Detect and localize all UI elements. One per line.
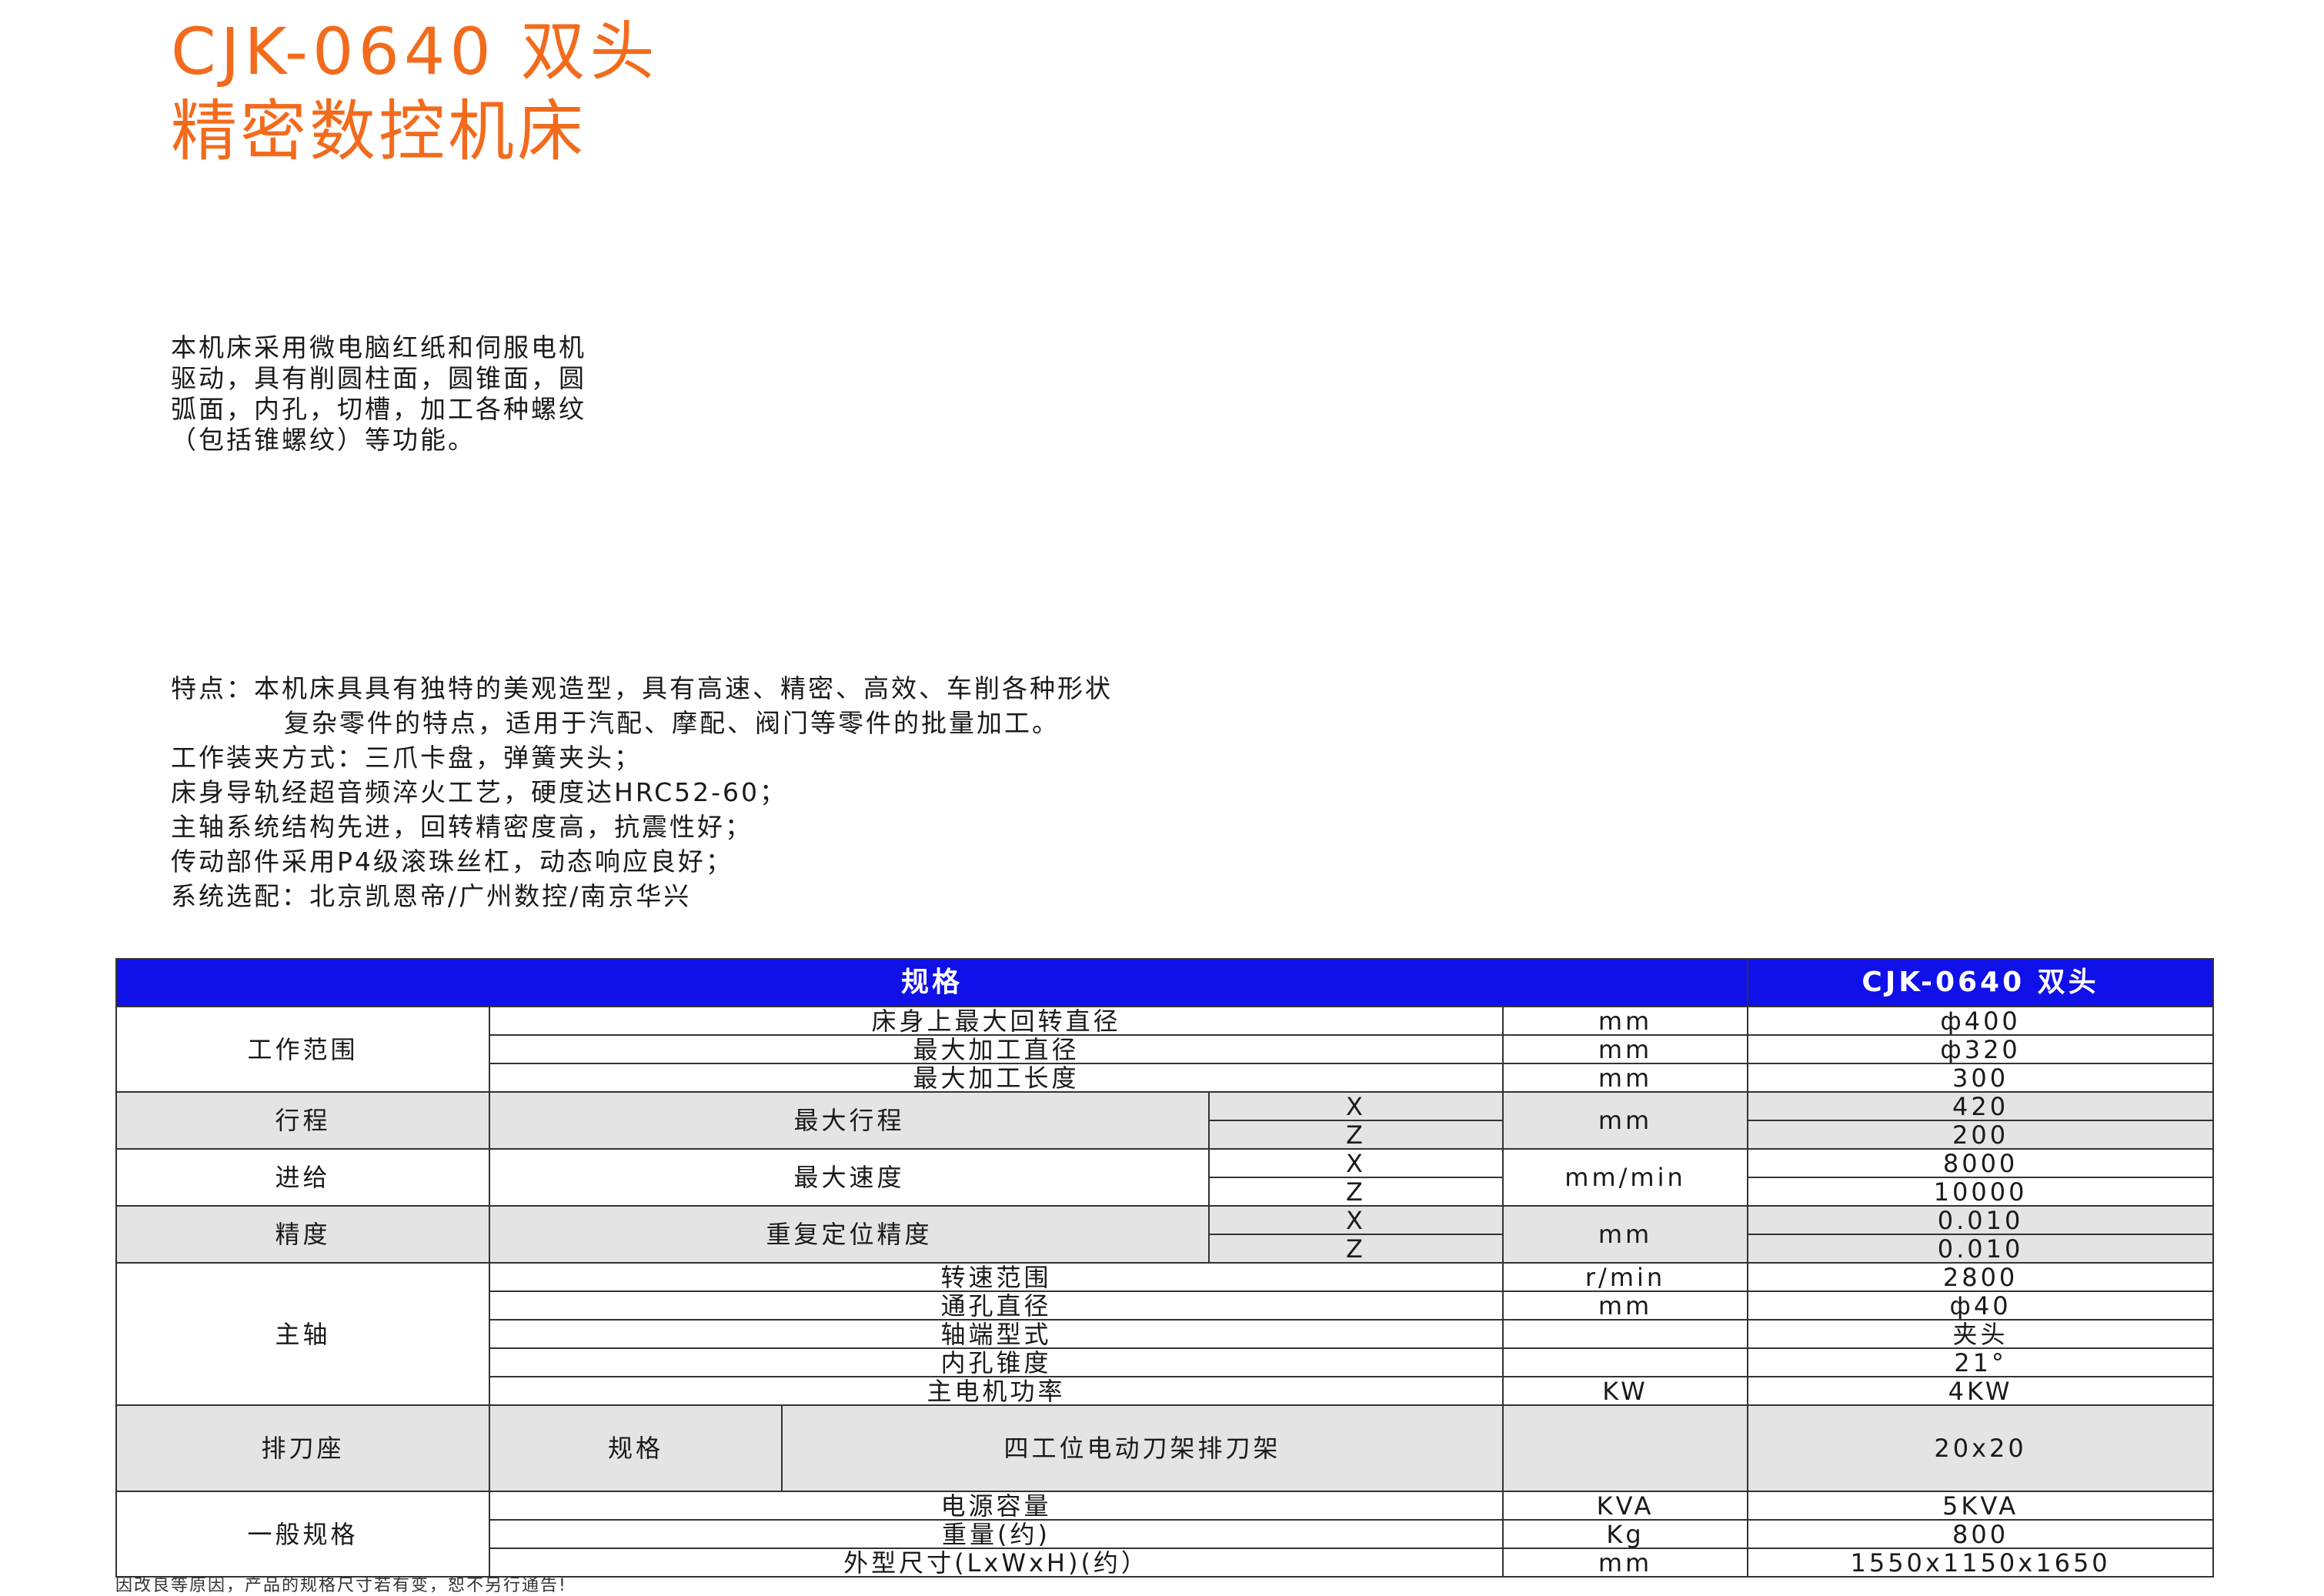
spec-value: ф320	[1747, 1034, 2215, 1064]
feature-line: 复杂零件的特点，适用于汽配、摩配、阀门等零件的批量加工。	[284, 708, 1060, 738]
spec-item: 最大速度	[489, 1148, 1210, 1207]
spec-unit: KW	[1501, 1376, 1749, 1406]
spec-value: 0.010	[1747, 1205, 2215, 1235]
header-spec: 规格	[115, 958, 1749, 1007]
spec-item: 最大行程	[489, 1091, 1210, 1150]
spec-item: 四工位电动刀架排刀架	[781, 1404, 1504, 1492]
spec-value: 夹头	[1747, 1319, 2215, 1349]
feature-line: 传动部件采用P4级滚珠丝杠，动态响应良好；	[171, 846, 733, 876]
change-notice: 因改良等原因，产品的规格尺寸若有变，恕不另行通告!	[115, 1576, 567, 1595]
spec-unit: KVA	[1501, 1491, 1749, 1521]
spec-value: 800	[1747, 1519, 2215, 1549]
spec-value: 5KVA	[1747, 1491, 2215, 1521]
spec-subgroup: 规格	[489, 1404, 783, 1492]
spec-unit: mm	[1501, 1091, 1749, 1150]
spec-value: 1550x1150x1650	[1747, 1548, 2215, 1578]
spec-value: 420	[1747, 1091, 2215, 1121]
spec-unit: mm	[1501, 1290, 1749, 1321]
spec-unit	[1501, 1404, 1749, 1492]
axis-label: X	[1208, 1205, 1504, 1235]
spec-item: 轴端型式	[489, 1319, 1504, 1349]
spec-item: 外型尺寸(LxWxH)(约）	[489, 1548, 1504, 1578]
spec-unit: mm	[1501, 1548, 1749, 1578]
group-label: 行程	[115, 1091, 490, 1150]
intro-line: 驱动，具有削圆柱面，圆锥面，圆	[171, 363, 586, 393]
spec-value: 300	[1747, 1063, 2215, 1093]
spec-item: 内孔锥度	[489, 1347, 1504, 1377]
feature-line: 系统选配：北京凯恩帝/广州数控/南京华兴	[171, 881, 692, 911]
intro-paragraph: 本机床采用微电脑红纸和伺服电机 驱动，具有削圆柱面，圆锥面，圆 弧面，内孔，切槽…	[171, 332, 756, 456]
axis-label: X	[1208, 1148, 1504, 1178]
spec-value: 0.010	[1747, 1234, 2215, 1264]
features-list: 特点：本机床具具有独特的美观造型，具有高速、精密、高效、车削各种形状 复杂零件的…	[171, 671, 1556, 913]
group-label: 排刀座	[115, 1404, 490, 1492]
spec-unit: mm	[1501, 1034, 1749, 1064]
group-label: 进给	[115, 1148, 490, 1207]
spec-item: 重量(约)	[489, 1519, 1504, 1549]
feature-line: 特点：本机床具具有独特的美观造型，具有高速、精密、高效、车削各种形状	[171, 673, 1113, 703]
product-subtitle: 精密数控机床	[171, 93, 586, 170]
spec-unit: r/min	[1501, 1262, 1749, 1292]
group-label: 工作范围	[115, 1006, 490, 1093]
header-model: CJK-0640 双头	[1747, 958, 2215, 1007]
spec-value: 20x20	[1747, 1404, 2215, 1492]
axis-label: Z	[1208, 1177, 1504, 1207]
spec-item: 转速范围	[489, 1262, 1504, 1292]
intro-line: （包括锥螺纹）等功能。	[171, 425, 476, 455]
table-row: 主轴 转速范围 r/min 2800	[115, 1262, 2215, 1406]
spec-unit	[1501, 1347, 1749, 1377]
axis-label: X	[1208, 1091, 1504, 1121]
spec-item: 主电机功率	[489, 1376, 1504, 1406]
table-row: 工作范围 床身上最大回转直径 mm ф400	[115, 1006, 2215, 1093]
spec-item: 通孔直径	[489, 1290, 1504, 1321]
spec-unit: mm/min	[1501, 1148, 1749, 1207]
spec-table-header: 规格 CJK-0640 双头	[115, 958, 2215, 1007]
spec-unit: mm	[1501, 1205, 1749, 1264]
spec-value: 21°	[1747, 1347, 2215, 1377]
table-row: 进给 最大速度 X mm/min 8000	[115, 1148, 2215, 1207]
spec-value: 10000	[1747, 1177, 2215, 1207]
spec-unit: mm	[1501, 1006, 1749, 1036]
feature-line: 工作装夹方式：三爪卡盘，弹簧夹头；	[171, 743, 642, 773]
spec-item: 电源容量	[489, 1491, 1504, 1521]
spec-value: 200	[1747, 1120, 2215, 1150]
axis-label: Z	[1208, 1234, 1504, 1264]
table-row: 精度 重复定位精度 X mm 0.010	[115, 1205, 2215, 1264]
group-label: 一般规格	[115, 1491, 490, 1578]
spec-value: 4KW	[1747, 1376, 2215, 1406]
spec-item: 重复定位精度	[489, 1205, 1210, 1264]
spec-table: 规格 CJK-0640 双头 工作范围 床身上最大回转直径 mm ф400 最大…	[115, 958, 2215, 1578]
table-row: 一般规格 电源容量 KVA 5KVA	[115, 1491, 2215, 1578]
spec-item: 床身上最大回转直径	[489, 1006, 1504, 1036]
group-label: 主轴	[115, 1262, 490, 1406]
feature-line: 床身导轨经超音频淬火工艺，硬度达HRC52-60；	[171, 777, 788, 807]
spec-value: 2800	[1747, 1262, 2215, 1292]
spec-value: 8000	[1747, 1148, 2215, 1178]
table-row: 行程 最大行程 X mm 420	[115, 1091, 2215, 1150]
spec-item: 最大加工直径	[489, 1034, 1504, 1064]
spec-value: ф400	[1747, 1006, 2215, 1036]
table-row: 排刀座 规格 四工位电动刀架排刀架 20x20	[115, 1404, 2215, 1492]
intro-line: 本机床采用微电脑红纸和伺服电机	[171, 332, 586, 362]
spec-item: 最大加工长度	[489, 1063, 1504, 1093]
group-label: 精度	[115, 1205, 490, 1264]
intro-line: 弧面，内孔，切槽，加工各种螺纹	[171, 394, 586, 424]
spec-unit: mm	[1501, 1063, 1749, 1093]
feature-line: 主轴系统结构先进，回转精密度高，抗震性好；	[171, 812, 753, 842]
spec-value: ф40	[1747, 1290, 2215, 1321]
spec-unit	[1501, 1319, 1749, 1349]
spec-unit: Kg	[1501, 1519, 1749, 1549]
axis-label: Z	[1208, 1120, 1504, 1150]
